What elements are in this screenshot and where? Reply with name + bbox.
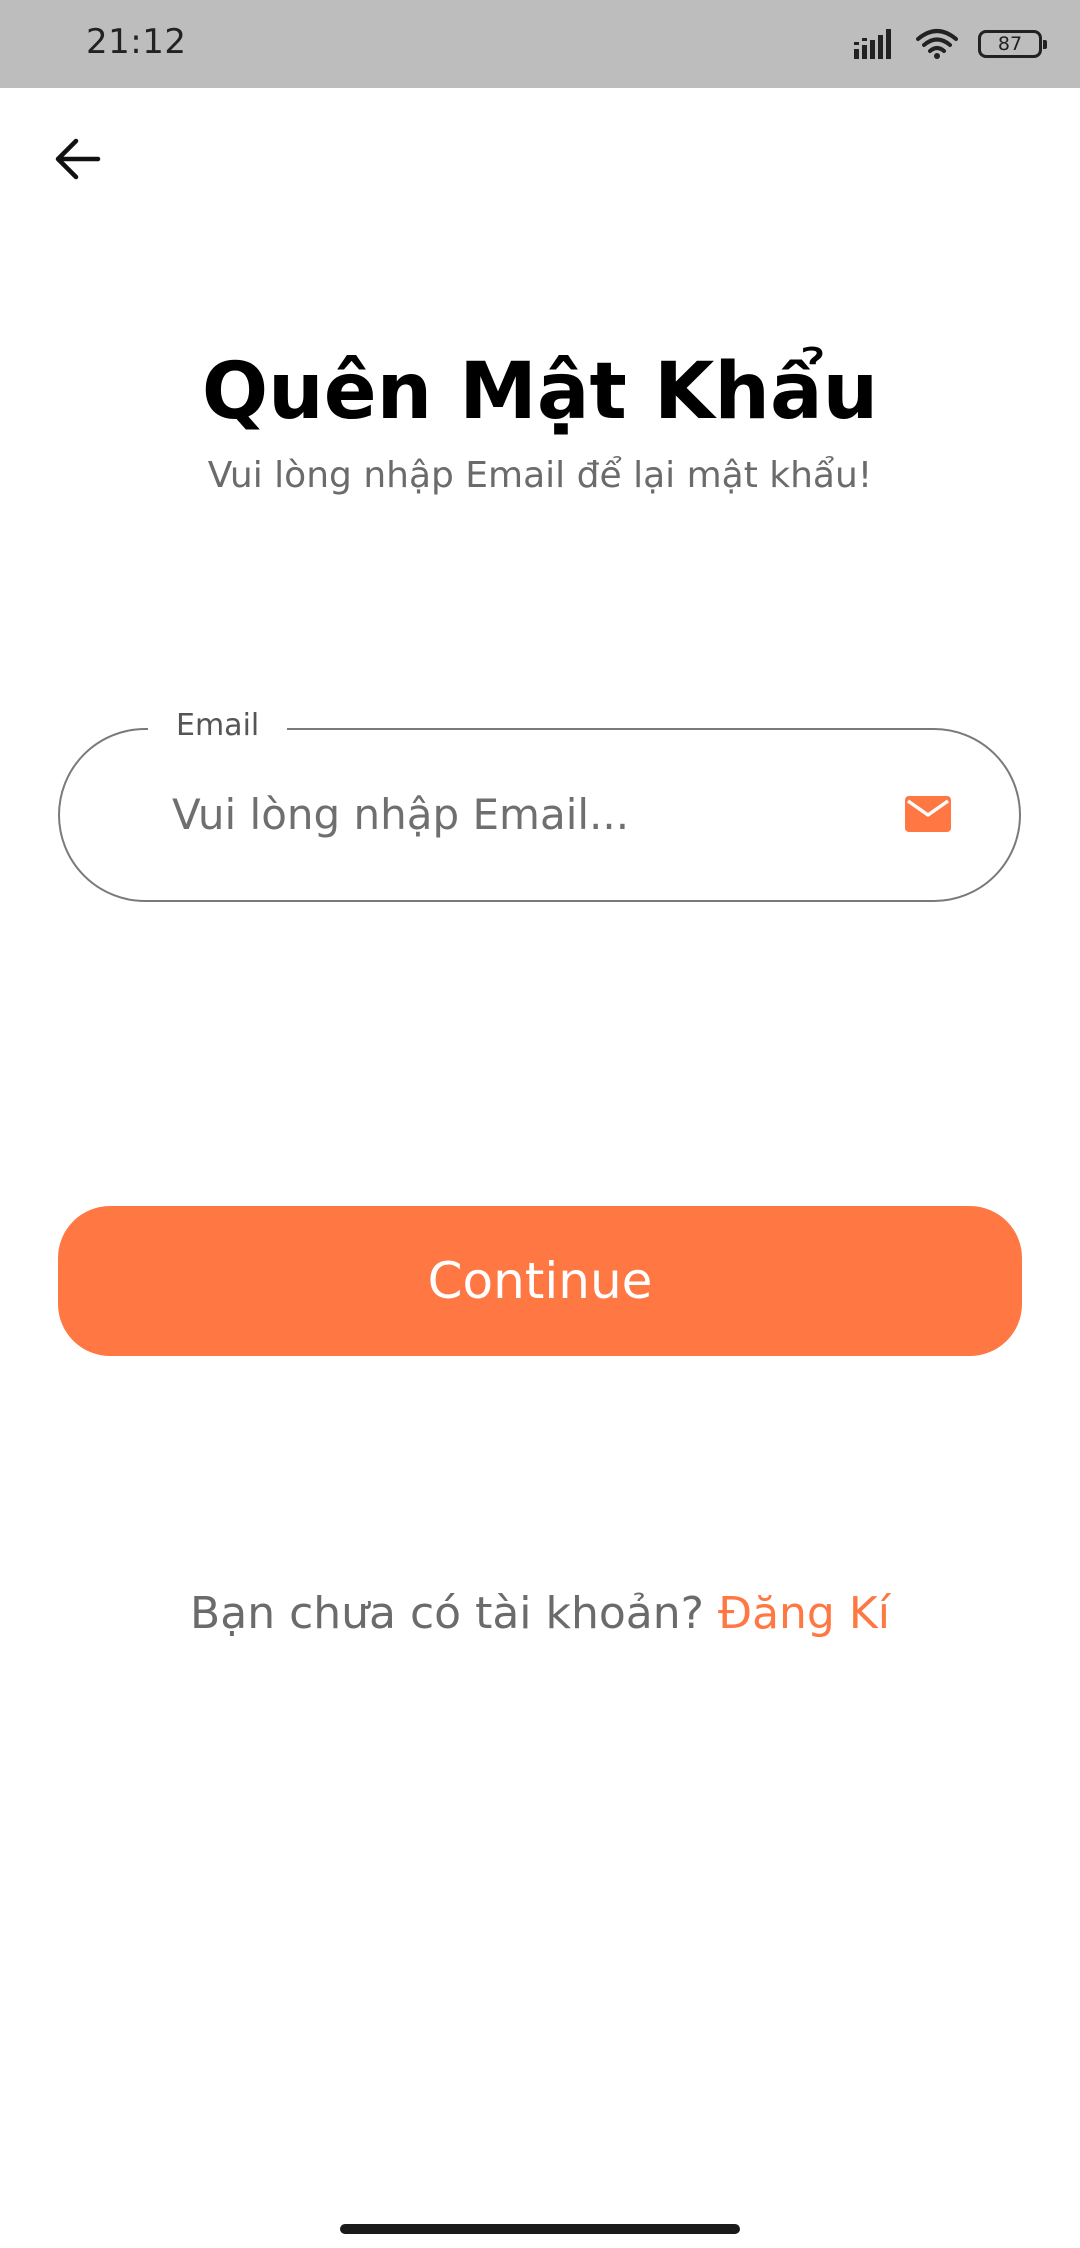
signal-icon xyxy=(854,29,896,59)
register-prompt: Bạn chưa có tài khoản? Đăng Kí xyxy=(0,1588,1080,1639)
status-time: 21:12 xyxy=(86,22,187,62)
battery-icon: 87 xyxy=(978,30,1047,58)
wifi-icon xyxy=(916,28,958,60)
home-indicator[interactable] xyxy=(340,2224,740,2234)
register-prompt-text: Bạn chưa có tài khoản? xyxy=(190,1588,718,1639)
email-field-label: Email xyxy=(148,708,288,743)
status-bar: 21:12 87 xyxy=(0,0,1080,88)
continue-button[interactable]: Continue xyxy=(58,1206,1022,1356)
page-subtitle: Vui lòng nhập Email để lại mật khẩu! xyxy=(207,455,873,496)
email-field[interactable]: Email xyxy=(58,708,1021,902)
mail-icon xyxy=(905,796,951,832)
email-input[interactable] xyxy=(172,774,872,854)
page-title: Quên Mật Khẩu xyxy=(201,347,879,437)
status-icons: 87 xyxy=(854,24,1047,64)
register-link[interactable]: Đăng Kí xyxy=(718,1588,890,1639)
battery-level: 87 xyxy=(997,33,1023,55)
arrow-left-icon xyxy=(52,137,102,185)
forgot-password-screen: 21:12 87 Quên Mật Khẩu Vui lòng nhập Ema… xyxy=(0,0,1080,2248)
back-button[interactable] xyxy=(46,130,108,192)
